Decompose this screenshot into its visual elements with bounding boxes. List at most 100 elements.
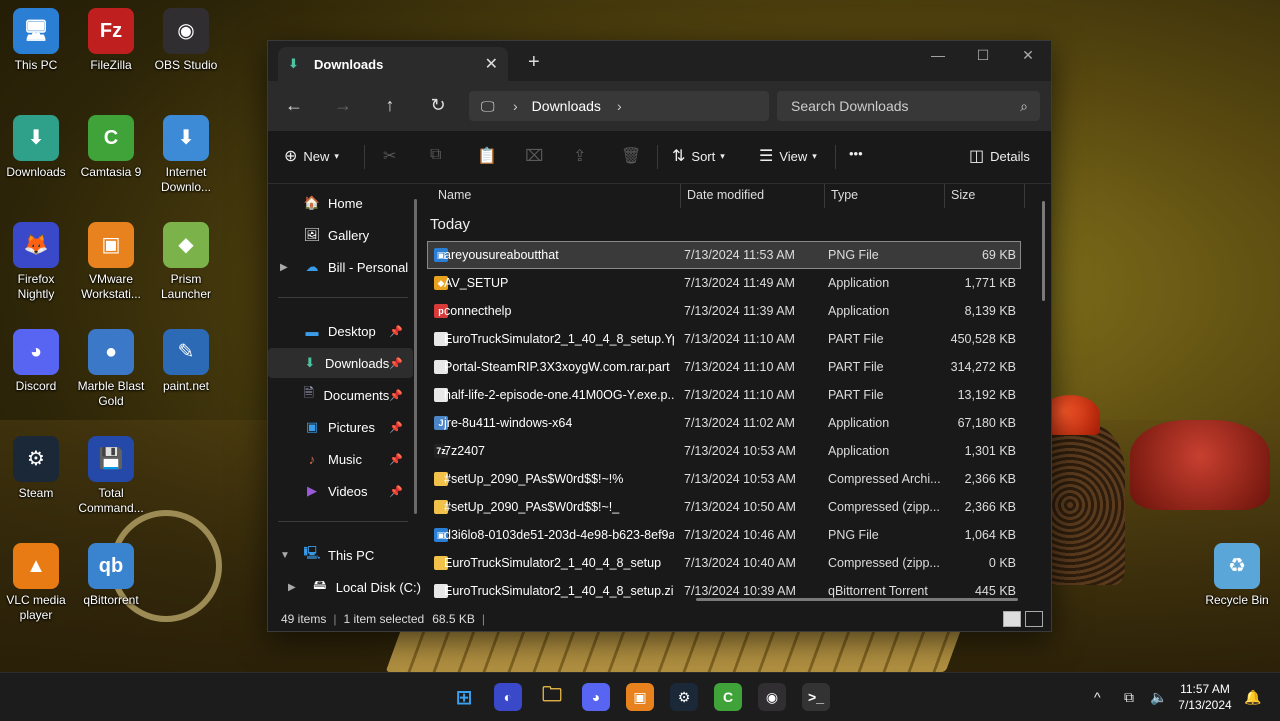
desktop-icon[interactable]: 🖥 This PC <box>0 8 72 73</box>
chevron-down-icon[interactable]: ▼ <box>280 550 296 561</box>
chevron-right-icon[interactable]: ▶ <box>280 262 296 273</box>
tab-title: Downloads <box>314 56 384 72</box>
desktop-icon[interactable]: ♻ Recycle Bin <box>1201 543 1273 608</box>
sidebar-item-desktop[interactable]: ▬ Desktop 📌 <box>268 316 413 346</box>
close-tab-button[interactable]: ✕ <box>485 54 498 74</box>
delete-button[interactable]: 🗑 <box>621 146 647 166</box>
up-button[interactable]: ↑ <box>378 95 402 116</box>
desktop-icon[interactable]: ◆ Prism Launcher <box>150 222 222 302</box>
downloads-icon: ⬇ <box>304 355 316 370</box>
breadcrumb-downloads[interactable]: Downloads <box>532 98 601 114</box>
clock[interactable]: 11:57 AM 7/13/2024 <box>1172 681 1238 713</box>
camtasia-taskbar-icon[interactable]: C <box>714 683 742 711</box>
terminal-taskbar-icon[interactable]: >_ <box>802 683 830 711</box>
computer-icon: 🖳 <box>303 545 321 560</box>
file-row[interactable]: #setUp_2090_PAs$W0rd$$!~!% 7/13/2024 10:5… <box>428 466 1020 492</box>
file-row[interactable]: EuroTruckSimulator2_1_40_4_8_setup 7/13/2… <box>428 550 1020 576</box>
tray-overflow-icon[interactable]: ^ <box>1094 689 1101 705</box>
file-row[interactable]: 7z 7z2407 7/13/2024 10:53 AM Application 1,3… <box>428 438 1020 464</box>
network-icon[interactable]: ⧉ <box>1124 689 1134 706</box>
minimize-button[interactable]: — <box>923 47 953 63</box>
forward-button[interactable]: → <box>331 95 355 116</box>
sidebar-item-downloads[interactable]: ⬇ Downloads 📌 <box>268 348 413 378</box>
details-view-button[interactable] <box>1003 611 1021 627</box>
column-divider[interactable] <box>1024 184 1025 208</box>
column-header-date[interactable]: Date modified <box>681 184 764 206</box>
desktop-icon[interactable]: qb qBittorrent <box>75 543 147 608</box>
desktop-icon[interactable]: ✎ paint.net <box>150 329 222 394</box>
sidebar-item-home[interactable]: 🏠 Home <box>268 188 413 218</box>
desktop-icon[interactable]: ⬇ Internet Downlo... <box>150 115 222 195</box>
file-row[interactable]: ◆ AV_SETUP 7/13/2024 11:49 AM Application 1,… <box>428 270 1020 296</box>
chevron-right-icon[interactable]: › <box>617 98 622 114</box>
copy-button[interactable]: ⧉ <box>430 146 447 164</box>
file-row[interactable]: #setUp_2090_PAs$W0rd$$!~!_ 7/13/2024 10:5… <box>428 494 1020 520</box>
desktop-icon[interactable]: ◕ Discord <box>0 329 72 394</box>
view-button[interactable]: ☰ View ▾ <box>759 146 817 166</box>
file-row[interactable]: half-life-2-episode-one.41M0OG-Y.exe.p..… <box>428 382 1020 408</box>
paste-button[interactable]: 📋 <box>477 146 503 166</box>
close-window-button[interactable]: ✕ <box>1013 47 1043 64</box>
volume-icon[interactable]: 🔈 <box>1150 689 1167 706</box>
chevron-right-icon[interactable]: ▶ <box>288 582 304 593</box>
discord-taskbar-icon[interactable]: ◕ <box>582 683 610 711</box>
tab-downloads[interactable]: ⬇ Downloads ✕ <box>278 47 508 81</box>
file-row[interactable]: ▣ areyousureaboutthat 7/13/2024 11:53 AM PN… <box>427 241 1021 269</box>
firefox-taskbar-icon[interactable]: ◐ <box>494 683 522 711</box>
search-input[interactable]: Search Downloads ⌕ <box>777 91 1040 121</box>
new-button[interactable]: ⊕ New ▾ <box>284 146 339 166</box>
desktop-icon[interactable]: ⚙ Steam <box>0 436 72 501</box>
sort-button[interactable]: ⇅ Sort ▾ <box>672 146 725 166</box>
file-row[interactable]: Jjre-8u411-windows-x64 7/13/2024 11:02 AM… <box>428 410 1020 436</box>
start-button[interactable]: ⊞ <box>450 683 478 711</box>
desktop-icon[interactable]: C Camtasia 9 <box>75 115 147 180</box>
vmware-taskbar-icon[interactable]: ▣ <box>626 683 654 711</box>
notification-bell-icon[interactable]: 🔔 <box>1244 689 1261 706</box>
share-button[interactable]: ⇪ <box>573 146 592 166</box>
refresh-button[interactable]: ↻ <box>426 95 450 116</box>
sidebar-item-gallery[interactable]: 🖼 Gallery <box>268 220 413 250</box>
back-button[interactable]: ← <box>282 95 306 116</box>
cut-button[interactable]: ✂ <box>383 146 402 166</box>
file-list-horizontal-scrollbar[interactable] <box>696 598 1018 601</box>
file-list-vertical-scrollbar[interactable] <box>1042 201 1045 301</box>
desktop-icon[interactable]: 💾 Total Command... <box>75 436 147 516</box>
sidebar-item-documents[interactable]: 🗎 Documents 📌 <box>268 380 413 410</box>
column-header-name[interactable]: Name <box>432 184 471 206</box>
tiles-view-button[interactable] <box>1025 611 1043 627</box>
sidebar-item-pictures[interactable]: ▣ Pictures 📌 <box>268 412 413 442</box>
file-date: 7/13/2024 11:02 AM <box>684 416 795 430</box>
file-row[interactable]: ▣ d3i6lo8-0103de51-203d-4e98-b623-8ef9a..… <box>428 522 1020 548</box>
file-row[interactable]: EuroTruckSimulator2_1_40_4_8_setup.zip 7/… <box>428 578 1020 599</box>
desktop-icon[interactable]: 🦊 Firefox Nightly <box>0 222 72 302</box>
more-options-button[interactable]: ••• <box>849 146 863 161</box>
desktop-icon[interactable]: Fz FileZilla <box>75 8 147 73</box>
group-header-today[interactable]: Today <box>430 216 470 233</box>
address-bar[interactable]: 🖵 › Downloads › <box>469 91 769 121</box>
sidebar-item-local-disk[interactable]: ▶ 🖴 Local Disk (C:) <box>276 572 421 602</box>
rename-button[interactable]: ⌧ <box>525 146 549 166</box>
file-date: 7/13/2024 10:50 AM <box>684 500 796 514</box>
column-header-type[interactable]: Type <box>825 184 858 206</box>
obs-taskbar-icon[interactable]: ◉ <box>758 683 786 711</box>
desktop-icon[interactable]: ● Marble Blast Gold <box>75 329 147 409</box>
sidebar-item-music[interactable]: ♪ Music 📌 <box>268 444 413 474</box>
desktop-icon[interactable]: ▣ VMware Workstati... <box>75 222 147 302</box>
file-row[interactable]: p connecthelp 7/13/2024 11:39 AM Applicatio… <box>428 298 1020 324</box>
sidebar-item-onedrive[interactable]: ▶ ☁ Bill - Personal <box>268 252 413 282</box>
column-header-size[interactable]: Size <box>945 184 975 206</box>
desktop-icon[interactable]: ⬇ Downloads <box>0 115 72 180</box>
sidebar-item-videos[interactable]: ▶ Videos 📌 <box>268 476 413 506</box>
desktop-icon[interactable]: ◉ OBS Studio <box>150 8 222 73</box>
steam-taskbar-icon[interactable]: ⚙ <box>670 683 698 711</box>
maximize-button[interactable]: ☐ <box>968 47 998 64</box>
file-row[interactable]: Portal-SteamRIP.3X3xoygW.com.rar.part 7/1… <box>428 354 1020 380</box>
sidebar-scrollbar[interactable] <box>414 199 417 514</box>
details-pane-button[interactable]: ◫ Details <box>969 146 1030 166</box>
file-size: 1,301 KB <box>964 444 1016 458</box>
new-tab-button[interactable]: + <box>528 51 540 74</box>
file-row[interactable]: EuroTruckSimulator2_1_40_4_8_setup.Yp2..… <box>428 326 1020 352</box>
file-explorer-taskbar-icon[interactable]: 🗀 <box>538 683 566 711</box>
desktop-icon[interactable]: ▲ VLC media player <box>0 543 72 623</box>
sidebar-item-this-pc[interactable]: ▼ 🖳 This PC <box>268 540 413 570</box>
